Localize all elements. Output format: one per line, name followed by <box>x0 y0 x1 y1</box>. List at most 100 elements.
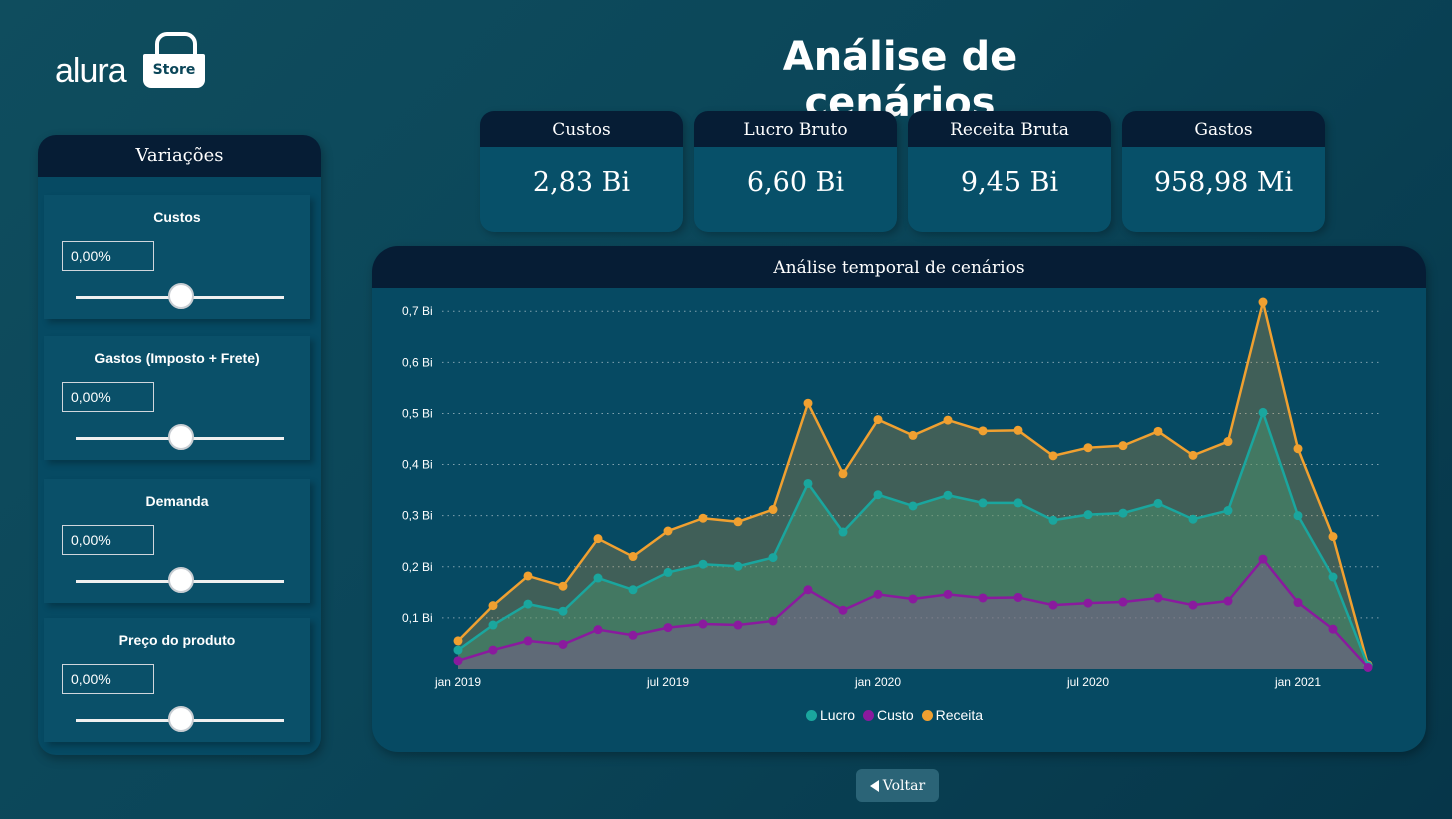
temporal-analysis-chart[interactable]: 0,1 Bi 0,2 Bi 0,3 Bi 0,4 Bi 0,5 Bi 0,6 Bi 0,7 … <box>372 246 1426 752</box>
legend-item-lucro[interactable]: Lucro <box>806 707 855 723</box>
data-point-lucro <box>803 478 813 488</box>
y-tick-label: 0,1 Bi <box>402 611 433 625</box>
data-point-receita <box>873 415 883 425</box>
kpi-value: 2,83 Bi <box>532 167 631 198</box>
variation-demanda: Demanda <box>44 479 310 603</box>
data-point-receita <box>453 636 463 646</box>
data-point-lucro <box>523 599 533 609</box>
data-point-receita <box>488 601 498 611</box>
data-point-lucro <box>733 561 743 571</box>
data-point-custo <box>733 620 743 630</box>
data-point-receita <box>838 469 848 479</box>
kpi-value: 958,98 Mi <box>1153 167 1294 198</box>
gastos-slider-thumb[interactable] <box>168 424 194 450</box>
legend-label: Lucro <box>820 707 856 723</box>
basket-icon: Store <box>143 30 209 92</box>
data-point-receita <box>1258 297 1268 307</box>
back-button[interactable]: Voltar <box>856 769 939 802</box>
data-point-lucro <box>453 645 463 655</box>
data-point-custo <box>1048 600 1058 610</box>
y-tick-label: 0,4 Bi <box>402 458 433 472</box>
variations-panel: Variações Custos Gastos (Imposto + Frete… <box>38 135 321 755</box>
demanda-slider-thumb[interactable] <box>168 567 194 593</box>
variations-panel-title: Variações <box>38 135 321 177</box>
data-point-receita <box>663 526 673 536</box>
data-point-custo <box>1083 598 1093 608</box>
data-point-receita <box>733 517 743 527</box>
gastos-input[interactable] <box>62 382 154 412</box>
variation-label: Preço do produto <box>118 632 236 648</box>
legend-item-receita[interactable]: Receita <box>921 707 984 723</box>
data-point-lucro <box>1223 506 1233 516</box>
data-point-receita <box>523 571 533 581</box>
data-point-custo <box>803 585 813 595</box>
data-point-custo <box>873 589 883 599</box>
data-point-lucro <box>908 501 918 511</box>
legend-label: Custo <box>877 707 914 723</box>
data-point-lucro <box>698 559 708 569</box>
data-point-custo <box>1118 597 1128 607</box>
data-point-lucro <box>1013 498 1023 508</box>
data-point-lucro <box>768 553 778 563</box>
x-tick-label: jul 2020 <box>1066 675 1109 689</box>
data-point-lucro <box>1293 511 1303 521</box>
kpi-value: 6,60 Bi <box>746 167 845 198</box>
legend-dot <box>863 709 875 721</box>
data-point-custo <box>523 636 533 646</box>
data-point-lucro <box>1328 572 1338 582</box>
legend-item-custo[interactable]: Custo <box>863 707 914 723</box>
data-point-receita <box>1328 532 1338 542</box>
kpi-card-custos: Custos 2,83 Bi <box>480 111 683 232</box>
data-point-lucro <box>838 527 848 537</box>
data-point-lucro <box>873 490 883 500</box>
data-point-receita <box>768 505 778 515</box>
legend-dot <box>921 709 933 721</box>
data-point-receita <box>1083 443 1093 453</box>
kpi-title: Lucro Bruto <box>694 111 897 147</box>
data-point-receita <box>628 552 638 562</box>
x-tick-label: jan 2020 <box>854 675 901 689</box>
data-point-custo <box>453 656 463 666</box>
alura-store-logo: alura Store <box>55 30 215 94</box>
data-point-receita <box>1118 441 1128 451</box>
variation-gastos: Gastos (Imposto + Frete) <box>44 336 310 460</box>
variation-label: Demanda <box>145 493 209 509</box>
data-point-receita <box>978 426 988 436</box>
data-point-lucro <box>488 620 498 630</box>
data-point-lucro <box>593 573 603 583</box>
kpi-value: 9,45 Bi <box>960 167 1059 198</box>
data-point-custo <box>768 616 778 626</box>
legend-label: Receita <box>935 707 984 723</box>
variation-label: Gastos (Imposto + Frete) <box>94 350 260 366</box>
data-point-lucro <box>1188 514 1198 524</box>
custos-slider-thumb[interactable] <box>168 283 194 309</box>
data-point-custo <box>628 630 638 640</box>
data-point-custo <box>558 639 568 649</box>
legend-dot <box>806 709 817 721</box>
data-point-custo <box>663 623 673 633</box>
data-point-receita <box>803 398 813 408</box>
preco-input[interactable] <box>62 664 154 694</box>
data-point-receita <box>558 581 568 591</box>
data-point-receita <box>593 534 603 544</box>
data-point-receita <box>1188 450 1198 460</box>
data-point-custo <box>943 589 953 599</box>
data-point-custo <box>1153 593 1163 603</box>
variation-custos: Custos <box>44 195 310 319</box>
data-point-custo <box>1258 554 1268 564</box>
data-point-custo <box>1328 624 1338 634</box>
variation-preco: Preço do produto <box>44 618 310 742</box>
data-point-custo <box>698 619 708 629</box>
data-point-receita <box>1153 426 1163 436</box>
variation-label: Custos <box>153 209 201 225</box>
demanda-input[interactable] <box>62 525 154 555</box>
temporal-analysis-card: Análise temporal de cenários 0,1 Bi 0,2 B… <box>372 246 1426 752</box>
data-point-receita <box>698 513 708 523</box>
data-point-custo <box>1293 598 1303 608</box>
data-point-lucro <box>663 567 673 577</box>
custos-input[interactable] <box>62 241 154 271</box>
kpi-title: Custos <box>480 111 683 147</box>
y-tick-label: 0,7 Bi <box>402 304 433 318</box>
x-tick-label: jan 2019 <box>434 675 481 689</box>
preco-slider-thumb[interactable] <box>168 706 194 732</box>
